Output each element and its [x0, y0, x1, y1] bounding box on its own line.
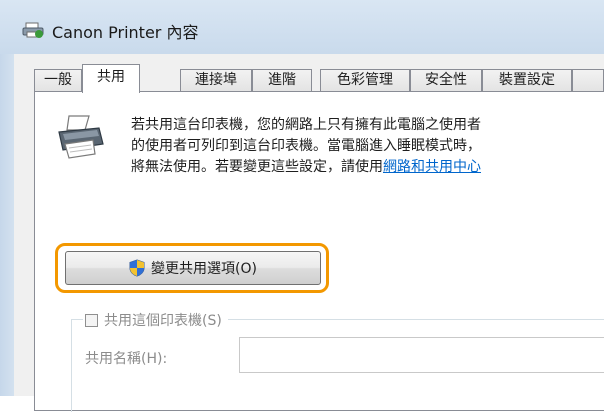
- share-name-label: 共用名稱(H):: [85, 351, 168, 367]
- window-frame: [0, 54, 14, 396]
- title-bar[interactable]: Canon Printer 內容: [0, 0, 604, 54]
- tab-sharing[interactable]: 共用: [82, 64, 140, 93]
- tab-advanced[interactable]: 進階: [252, 69, 312, 92]
- tab-general[interactable]: 一般: [34, 69, 82, 92]
- dialog-client-area: 一般 共用 連接埠 進階 色彩管理 安全性 裝置設定 若共用這台印表機，您的網路…: [14, 54, 604, 412]
- share-printer-checkbox[interactable]: [85, 313, 98, 327]
- description-line: 將無法使用。若要變更這些設定，請使用網路和共用中心: [131, 157, 604, 178]
- tab-ports[interactable]: 連接埠: [180, 69, 252, 92]
- change-sharing-options-label: 變更共用選項(O): [151, 261, 257, 277]
- tab-color-management[interactable]: 色彩管理: [320, 69, 410, 92]
- tab-security[interactable]: 安全性: [410, 69, 482, 92]
- description-line: 的使用者可列印到這台印表機。當電腦進入睡眠模式時，: [131, 138, 481, 154]
- group-box-border: [71, 319, 73, 412]
- share-printer-label: 共用這個印表機(S): [104, 313, 222, 329]
- window-title: Canon Printer 內容: [52, 23, 199, 42]
- description-text: 將無法使用。若要變更這些設定，請使用: [131, 159, 383, 175]
- network-sharing-center-link[interactable]: 網路和共用中心: [383, 159, 481, 175]
- share-printer-option: 共用這個印表機(S): [83, 310, 228, 330]
- tab-strip: 一般 共用 連接埠 進階 色彩管理 安全性 裝置設定: [34, 64, 604, 93]
- printer-icon: [55, 114, 105, 160]
- description-line: 若共用這台印表機，您的網路上只有擁有此電腦之使用者: [131, 117, 481, 133]
- share-name-input[interactable]: [239, 337, 604, 373]
- tab-more[interactable]: [572, 69, 604, 92]
- tab-device-settings[interactable]: 裝置設定: [482, 69, 572, 92]
- shield-icon: [129, 259, 145, 277]
- change-sharing-options-button[interactable]: 變更共用選項(O): [65, 251, 321, 285]
- sharing-panel: 若共用這台印表機，您的網路上只有擁有此電腦之使用者 的使用者可列印到這台印表機。…: [34, 91, 604, 412]
- printer-icon: [22, 22, 44, 38]
- sharing-description: 若共用這台印表機，您的網路上只有擁有此電腦之使用者 的使用者可列印到這台印表機。…: [131, 115, 604, 178]
